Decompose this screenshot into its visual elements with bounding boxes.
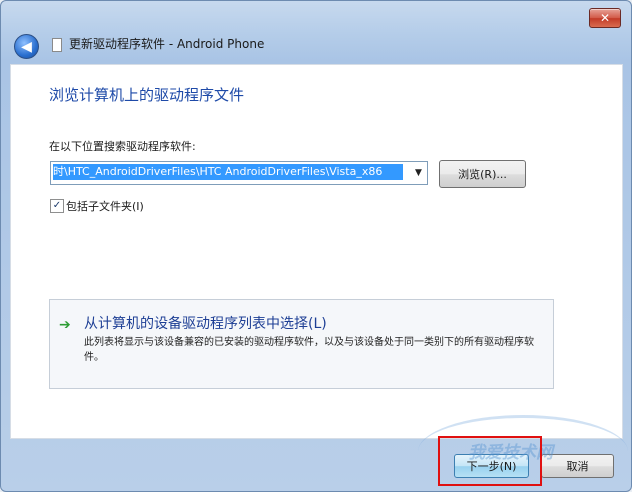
path-combobox[interactable]: 时\HTC_AndroidDriverFiles\HTC AndroidDriv… — [50, 161, 428, 185]
pick-from-list-option[interactable]: ➔ 从计算机的设备驱动程序列表中选择(L) 此列表将显示与该设备兼容的已安装的驱… — [49, 299, 554, 389]
close-button[interactable]: ✕ — [589, 8, 621, 28]
page-heading: 浏览计算机上的驱动程序文件 — [49, 86, 245, 104]
pick-from-list-title[interactable]: 从计算机的设备驱动程序列表中选择(L) — [84, 313, 327, 333]
document-icon — [52, 38, 62, 52]
back-arrow-icon[interactable]: ◀ — [14, 34, 39, 59]
pick-from-list-description: 此列表将显示与该设备兼容的已安装的驱动程序软件，以及与该设备处于同一类别下的所有… — [84, 337, 534, 363]
window-title: 更新驱动程序软件 - Android Phone — [69, 37, 265, 51]
chevron-down-icon[interactable]: ▼ — [410, 162, 427, 184]
include-subfolders-label[interactable]: 包括子文件夹(I) — [66, 198, 144, 214]
path-input[interactable]: 时\HTC_AndroidDriverFiles\HTC AndroidDriv… — [53, 164, 403, 180]
next-button-highlight — [438, 436, 542, 486]
include-subfolders-checkbox[interactable]: ✓ — [50, 199, 64, 213]
green-arrow-icon: ➔ — [59, 317, 71, 333]
title-bar: ✕ ◀ 更新驱动程序软件 - Android Phone — [1, 1, 631, 65]
browse-button[interactable]: 浏览(R)... — [439, 160, 526, 188]
content-panel: 浏览计算机上的驱动程序文件 在以下位置搜索驱动程序软件: 时\HTC_Andro… — [10, 64, 623, 439]
search-location-label: 在以下位置搜索驱动程序软件: — [49, 140, 196, 153]
